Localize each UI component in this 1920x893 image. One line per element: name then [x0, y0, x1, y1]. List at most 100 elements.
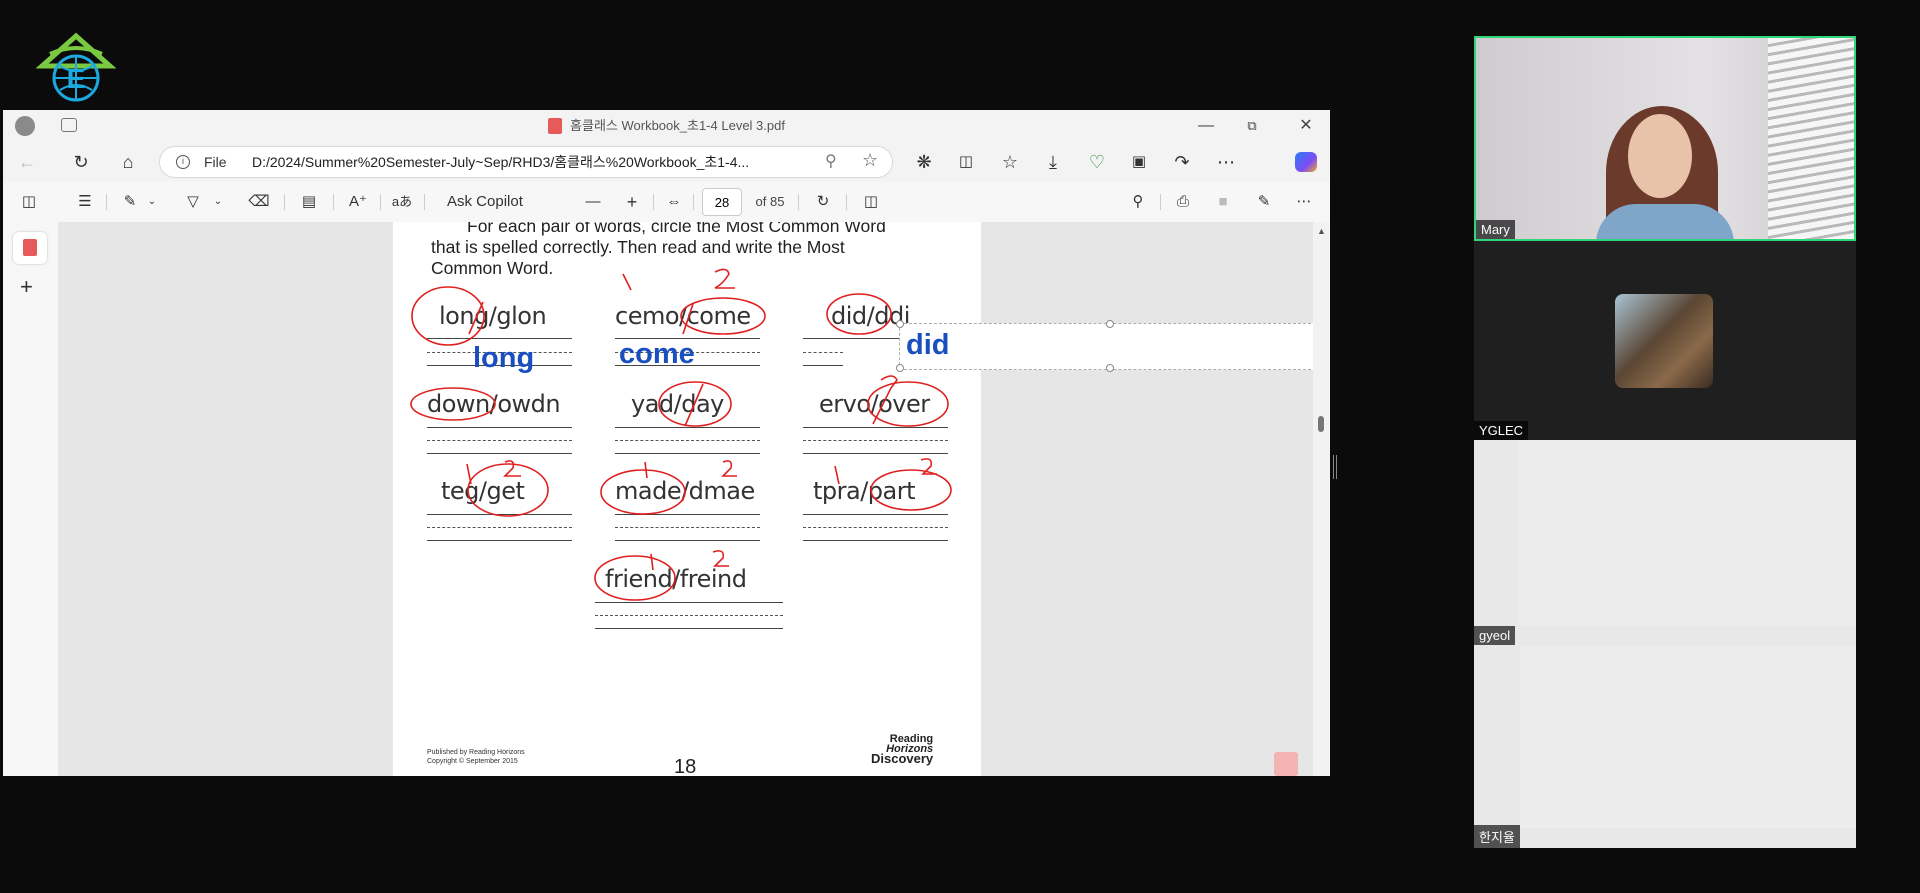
participant-tile[interactable]: 한지율: [1474, 645, 1856, 848]
separator: [380, 194, 381, 210]
window-title-area: 홈클래스 Workbook_초1-4 Level 3.pdf: [3, 110, 1330, 142]
contents-icon[interactable]: ☰: [73, 188, 97, 216]
pdf-floating-icon[interactable]: [1274, 752, 1298, 776]
pdf-icon: [548, 117, 563, 134]
favorite-icon[interactable]: ☆: [862, 150, 878, 171]
favorites-icon[interactable]: ☆: [996, 148, 1024, 176]
restore-icon[interactable]: ⧉: [1229, 110, 1275, 142]
draw-icon[interactable]: ▽: [181, 188, 205, 216]
participant-name: 한지율: [1474, 825, 1520, 848]
splitter-handle[interactable]: [1333, 455, 1337, 479]
url-text[interactable]: D:/2024/Summer%20Semester-July~Sep/RHD3/…: [252, 147, 812, 177]
save-as-icon[interactable]: ✎: [1252, 188, 1276, 216]
read-aloud-icon[interactable]: A⁺: [346, 188, 370, 216]
text-icon[interactable]: ▤: [297, 188, 321, 216]
ink-circle: [826, 293, 892, 335]
publisher-logo-line: Discovery: [871, 751, 934, 766]
publisher-line: Published by Reading Horizons: [427, 749, 525, 756]
search-icon[interactable]: ⚲: [1126, 188, 1150, 216]
home-icon[interactable]: ⌂: [114, 148, 142, 176]
zoom-icon[interactable]: ⚲: [825, 151, 837, 171]
pdf-page: For each pair of words, circle the Most …: [393, 222, 981, 776]
window-blinds: [1768, 38, 1854, 239]
participant-name: YGLEC: [1474, 421, 1529, 440]
settings-more-icon[interactable]: ⋯: [1292, 188, 1316, 216]
ink-mark: [466, 460, 521, 485]
info-icon[interactable]: i: [176, 155, 190, 169]
back-icon[interactable]: ←: [13, 148, 41, 176]
chevron-down-icon[interactable]: ⌄: [212, 188, 224, 216]
ink-circle: [867, 381, 949, 427]
screenshot-icon[interactable]: ▣: [1125, 148, 1153, 176]
add-icon[interactable]: +: [20, 274, 33, 300]
split-screen-icon[interactable]: ◫: [952, 148, 980, 176]
highlight-icon[interactable]: ✎: [118, 188, 142, 216]
scroll-up-arrow[interactable]: ▲: [1317, 226, 1326, 236]
ask-copilot-button[interactable]: Ask Copilot: [447, 188, 537, 216]
translate-icon[interactable]: aあ: [389, 188, 415, 216]
separator: [693, 194, 694, 210]
share-icon[interactable]: ↷: [1168, 148, 1196, 176]
title-bar: 홈클래스 Workbook_초1-4 Level 3.pdf — ⧉ ✕: [3, 110, 1330, 142]
minimize-icon[interactable]: —: [1183, 110, 1229, 142]
avatar: [1615, 294, 1713, 388]
participant-tile-active[interactable]: Mary: [1474, 36, 1856, 241]
ink-mark: [622, 268, 735, 291]
copilot-icon[interactable]: [1295, 152, 1317, 172]
resize-handle[interactable]: [1106, 364, 1114, 372]
ink-circle: [680, 297, 766, 335]
resize-handle[interactable]: [896, 320, 904, 328]
scrollbar-thumb[interactable]: [1318, 416, 1324, 432]
ink-strike: [684, 383, 704, 427]
separator: [798, 194, 799, 210]
participant-tile[interactable]: gyeol: [1474, 440, 1856, 645]
more-icon[interactable]: ⋯: [1212, 148, 1240, 176]
left-rail: +: [3, 222, 58, 776]
chevron-down-icon[interactable]: ⌄: [146, 188, 158, 216]
ink-mark: [644, 460, 737, 479]
ink-circle: [600, 469, 686, 515]
separator: [333, 194, 334, 210]
refresh-icon[interactable]: ↻: [67, 148, 95, 176]
close-icon[interactable]: ✕: [1283, 110, 1329, 142]
rotate-icon[interactable]: ↻: [811, 188, 835, 216]
sidebar-toggle-icon[interactable]: ◫: [19, 188, 39, 216]
separator: [1160, 194, 1161, 210]
text-annotation-box[interactable]: did: [896, 320, 1313, 372]
fit-page-icon[interactable]: ⇔: [662, 188, 686, 216]
publisher-logo: Reading Horizons Discovery: [871, 734, 934, 766]
extensions-icon[interactable]: ❋: [910, 148, 938, 176]
page-view-icon[interactable]: ◫: [859, 188, 883, 216]
scrollbar[interactable]: ▲: [1313, 222, 1330, 776]
participant-face: [1628, 114, 1692, 198]
print-icon[interactable]: ⎙: [1171, 188, 1195, 216]
pdf-toolbar: ◫ ☰ ✎ ⌄ ▽ ⌄ ⌫ ▤ A⁺ aあ Ask Copilot — + ⇔ …: [3, 182, 1330, 223]
ink-mark: [650, 550, 729, 571]
page-count: of 85: [755, 194, 785, 209]
resize-handle[interactable]: [896, 364, 904, 372]
save-icon[interactable]: ■: [1211, 188, 1235, 216]
participant-video: [1518, 440, 1856, 625]
ink-annotations: [410, 268, 952, 601]
address-bar-row: ← ↻ ⌂ i File D:/2024/Summer%20Semester-J…: [3, 142, 1330, 182]
pdf-viewer[interactable]: For each pair of words, circle the Most …: [58, 222, 1313, 776]
participant-tile[interactable]: YGLEC: [1474, 241, 1856, 440]
ink-circle: [410, 387, 496, 421]
svg-text:E: E: [67, 63, 86, 94]
address-bar[interactable]: i File D:/2024/Summer%20Semester-July~Se…: [159, 146, 893, 178]
ink-circle: [594, 555, 676, 601]
ink-circle: [411, 286, 485, 346]
academy-logo: E: [36, 32, 116, 102]
resize-handle[interactable]: [1106, 320, 1114, 328]
participant-name: Mary: [1476, 220, 1515, 239]
browser-essentials-icon[interactable]: ♡: [1083, 148, 1111, 176]
download-icon[interactable]: ⤓: [1039, 148, 1067, 176]
zoom-in-icon[interactable]: +: [622, 188, 642, 216]
pdf-icon[interactable]: [13, 232, 47, 264]
page-footer: Published by Reading Horizons Copyright …: [427, 748, 525, 766]
zoom-out-icon[interactable]: —: [583, 188, 603, 216]
printed-page-number: 18: [674, 756, 697, 776]
page-number-input[interactable]: 28: [702, 188, 742, 216]
erase-icon[interactable]: ⌫: [247, 188, 271, 216]
typed-answer[interactable]: did: [906, 329, 950, 362]
